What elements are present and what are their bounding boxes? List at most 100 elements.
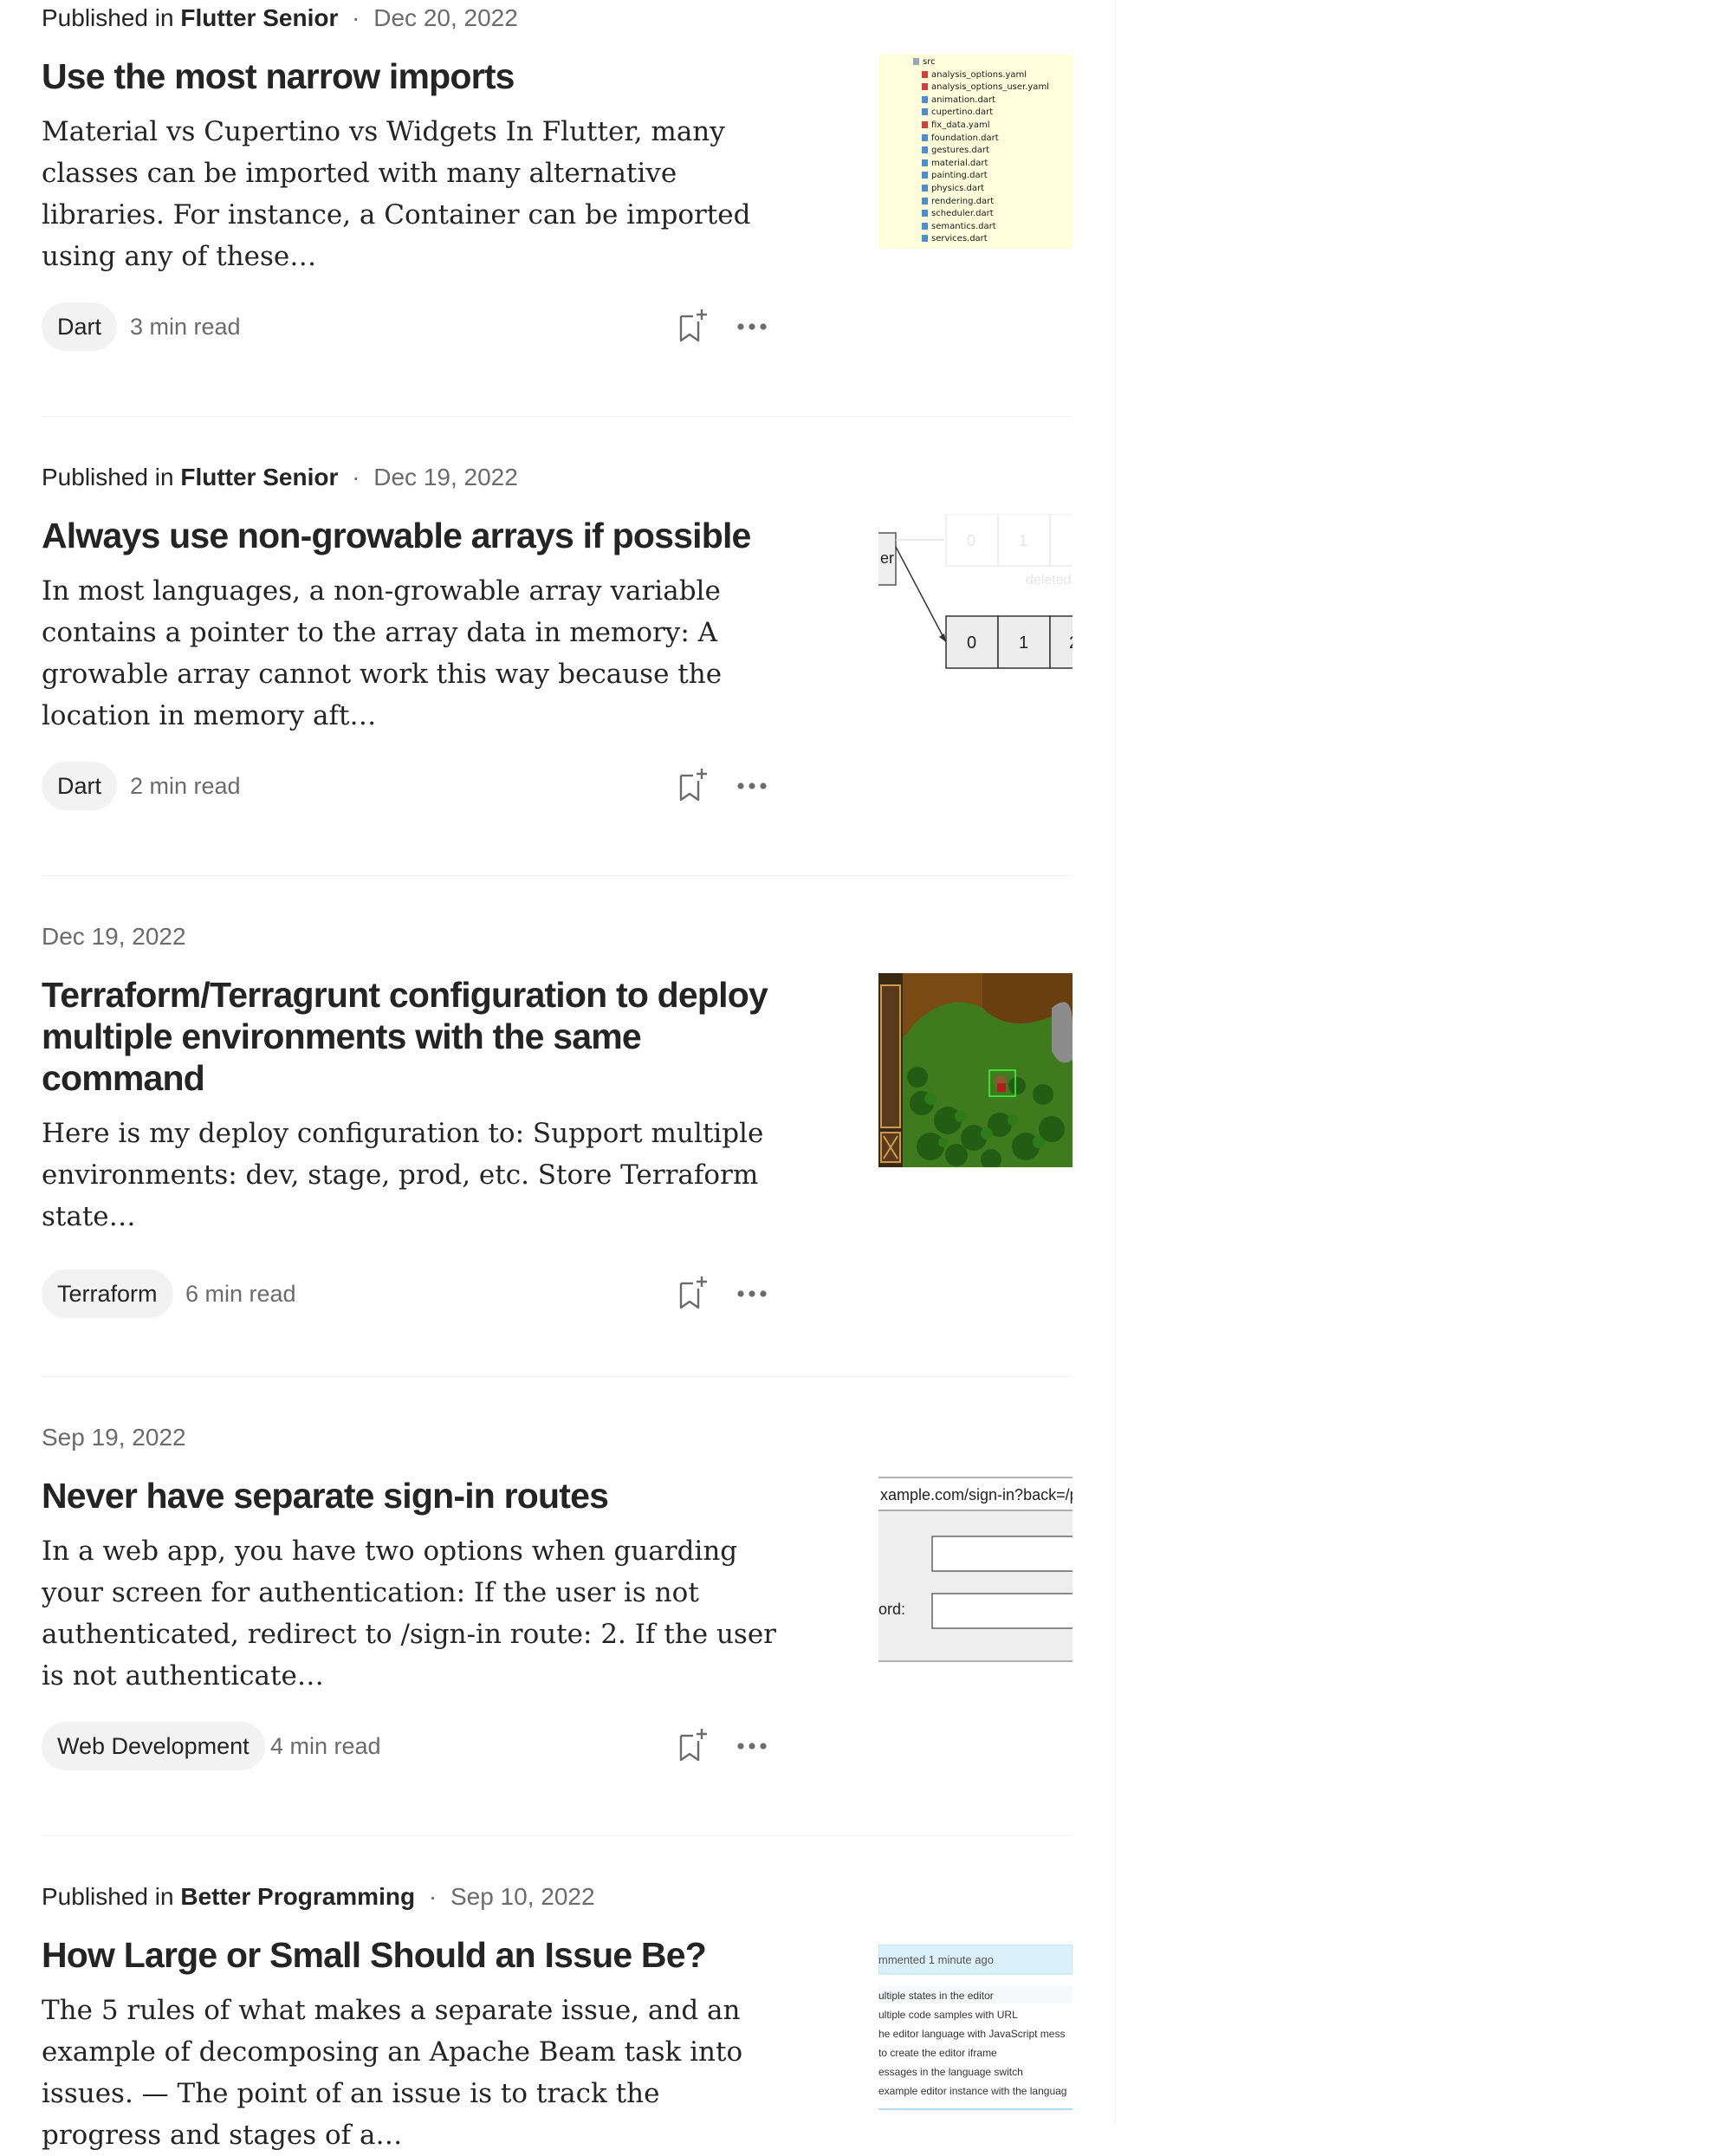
article-footer: Web Development 4 min read — [42, 1722, 778, 1770]
file-tree-row: material.dart — [922, 158, 988, 170]
file-icon — [922, 197, 928, 205]
file-name: fix_data.yaml — [931, 120, 990, 130]
article-thumbnail[interactable] — [878, 973, 1073, 1167]
file-name: painting.dart — [931, 171, 988, 181]
array-diagram-image: er 0 1 deleted 0 1 2 — [878, 514, 1073, 708]
new-cell-1: 1 — [1019, 633, 1028, 653]
article-date: Dec 19, 2022 — [373, 464, 518, 490]
article-meta: Published in Flutter Senior · Dec 20, 20… — [42, 1, 518, 36]
topic-tag[interactable]: Terraform — [42, 1270, 173, 1318]
file-icon — [922, 83, 928, 91]
bookmark-add-icon[interactable] — [674, 1727, 712, 1765]
bookmark-add-icon[interactable] — [674, 1275, 712, 1313]
file-tree-row: physics.dart — [922, 183, 984, 195]
file-tree-row: src — [913, 56, 936, 68]
article-thumbnail[interactable]: src analysis_options.yaml analysis_options… — [878, 55, 1073, 249]
issue-line: ultiple states in the editor — [878, 1990, 994, 2002]
publication-link[interactable]: Better Programming — [180, 1883, 415, 1910]
article-thumbnail[interactable]: xample.com/sign-in?back=/pr ord: — [878, 1474, 1073, 1668]
topic-tag[interactable]: Dart — [42, 762, 118, 810]
article-title[interactable]: Use the most narrow imports — [42, 55, 778, 97]
file-name: analysis_options_user.yaml — [931, 82, 1049, 93]
file-name: gestures.dart — [931, 146, 989, 156]
file-icon — [922, 133, 928, 141]
read-time: 2 min read — [130, 773, 241, 799]
file-name: rendering.dart — [931, 196, 995, 206]
article-date: Sep 19, 2022 — [42, 1424, 186, 1451]
file-icon — [922, 185, 928, 192]
article-title[interactable]: How Large or Small Should an Issue Be? — [42, 1934, 778, 1976]
more-horizontal-icon[interactable] — [733, 308, 771, 346]
publication-link[interactable]: Flutter Senior — [180, 4, 338, 31]
file-tree-row: foundation.dart — [922, 133, 999, 145]
article-footer: Dart 2 min read — [42, 762, 778, 810]
file-name: material.dart — [931, 158, 988, 168]
file-icon — [922, 95, 928, 103]
right-column-border — [1115, 0, 1116, 2125]
published-in-label: Published in — [42, 4, 174, 31]
file-tree-row: fix_data.yaml — [922, 120, 990, 132]
article-snippet[interactable]: The 5 rules of what makes a separate iss… — [42, 1990, 787, 2156]
sign-in-form-image: xample.com/sign-in?back=/pr ord: — [878, 1474, 1073, 1668]
game-screenshot-image — [878, 973, 1073, 1167]
issue-list-image: mmented 1 minute ago ultiple states in t… — [878, 1945, 1073, 2125]
article-divider — [42, 416, 1073, 417]
more-horizontal-icon[interactable] — [733, 1727, 771, 1765]
file-name: semantics.dart — [931, 221, 996, 231]
bookmark-add-icon[interactable] — [674, 767, 712, 805]
file-icon — [922, 210, 928, 218]
article-footer: Terraform 6 min read — [42, 1270, 778, 1318]
bookmark-add-icon[interactable] — [674, 308, 712, 346]
issue-line: essages in the language switch — [878, 2066, 1023, 2078]
issue-line: ultiple code samples with URL — [878, 2009, 1018, 2021]
article-divider — [42, 1376, 1073, 1377]
file-icon — [922, 235, 928, 243]
more-horizontal-icon[interactable] — [733, 767, 771, 805]
article-snippet[interactable]: Here is my deploy configuration to: Supp… — [42, 1113, 787, 1237]
issue-header: mmented 1 minute ago — [878, 1953, 994, 1966]
separator-dot: · — [428, 1883, 437, 1910]
article-date: Dec 20, 2022 — [373, 4, 518, 31]
file-tree-row: analysis_options_user.yaml — [922, 81, 1049, 94]
file-tree-image: src analysis_options.yaml analysis_options… — [878, 55, 1073, 249]
article-date: Dec 19, 2022 — [42, 923, 186, 950]
file-name: services.dart — [931, 234, 988, 244]
separator-dot: · — [352, 4, 360, 31]
file-name: foundation.dart — [931, 133, 999, 143]
article-thumbnail[interactable]: er 0 1 deleted 0 1 2 — [878, 514, 1073, 708]
new-cell-2: 2 — [1069, 633, 1073, 653]
password-label: ord: — [878, 1601, 905, 1618]
file-name: animation.dart — [931, 94, 995, 105]
article-footer: Dart 3 min read — [42, 302, 778, 351]
article-thumbnail[interactable]: mmented 1 minute ago ultiple states in t… — [878, 1945, 1073, 2125]
issue-line: he editor language with JavaScript mess — [878, 2028, 1065, 2040]
topic-tag[interactable]: Web Development — [42, 1722, 265, 1770]
article-divider — [42, 875, 1073, 876]
file-tree-row: gestures.dart — [922, 145, 989, 157]
article-snippet[interactable]: In most languages, a non-growable array … — [42, 570, 787, 737]
new-cell-0: 0 — [967, 633, 976, 653]
file-tree-row: analysis_options.yaml — [922, 69, 1027, 81]
file-icon — [922, 121, 928, 128]
article-meta: Dec 19, 2022 — [42, 919, 186, 954]
file-tree-row: rendering.dart — [922, 196, 994, 208]
file-tree-row: semantics.dart — [922, 221, 996, 233]
article-title[interactable]: Terraform/Terragrunt configuration to de… — [42, 974, 778, 1099]
file-icon — [922, 172, 928, 179]
file-name: cupertino.dart — [931, 107, 994, 118]
file-icon — [922, 70, 928, 78]
article-title[interactable]: Never have separate sign-in routes — [42, 1475, 778, 1516]
pointer-label: er — [880, 549, 894, 567]
more-horizontal-icon[interactable] — [733, 1275, 771, 1313]
issue-line: example editor instance with the languag — [878, 2085, 1066, 2097]
read-time: 4 min read — [270, 1733, 381, 1759]
file-tree-row: animation.dart — [922, 94, 995, 107]
publication-link[interactable]: Flutter Senior — [180, 464, 338, 490]
file-tree-row: scheduler.dart — [922, 208, 994, 220]
topic-tag[interactable]: Dart — [42, 302, 118, 351]
published-in-label: Published in — [42, 1883, 174, 1910]
article-snippet[interactable]: In a web app, you have two options when … — [42, 1530, 787, 1697]
article-snippet[interactable]: Material vs Cupertino vs Widgets In Flut… — [42, 111, 787, 277]
article-title[interactable]: Always use non-growable arrays if possib… — [42, 515, 778, 556]
file-icon — [922, 159, 928, 166]
